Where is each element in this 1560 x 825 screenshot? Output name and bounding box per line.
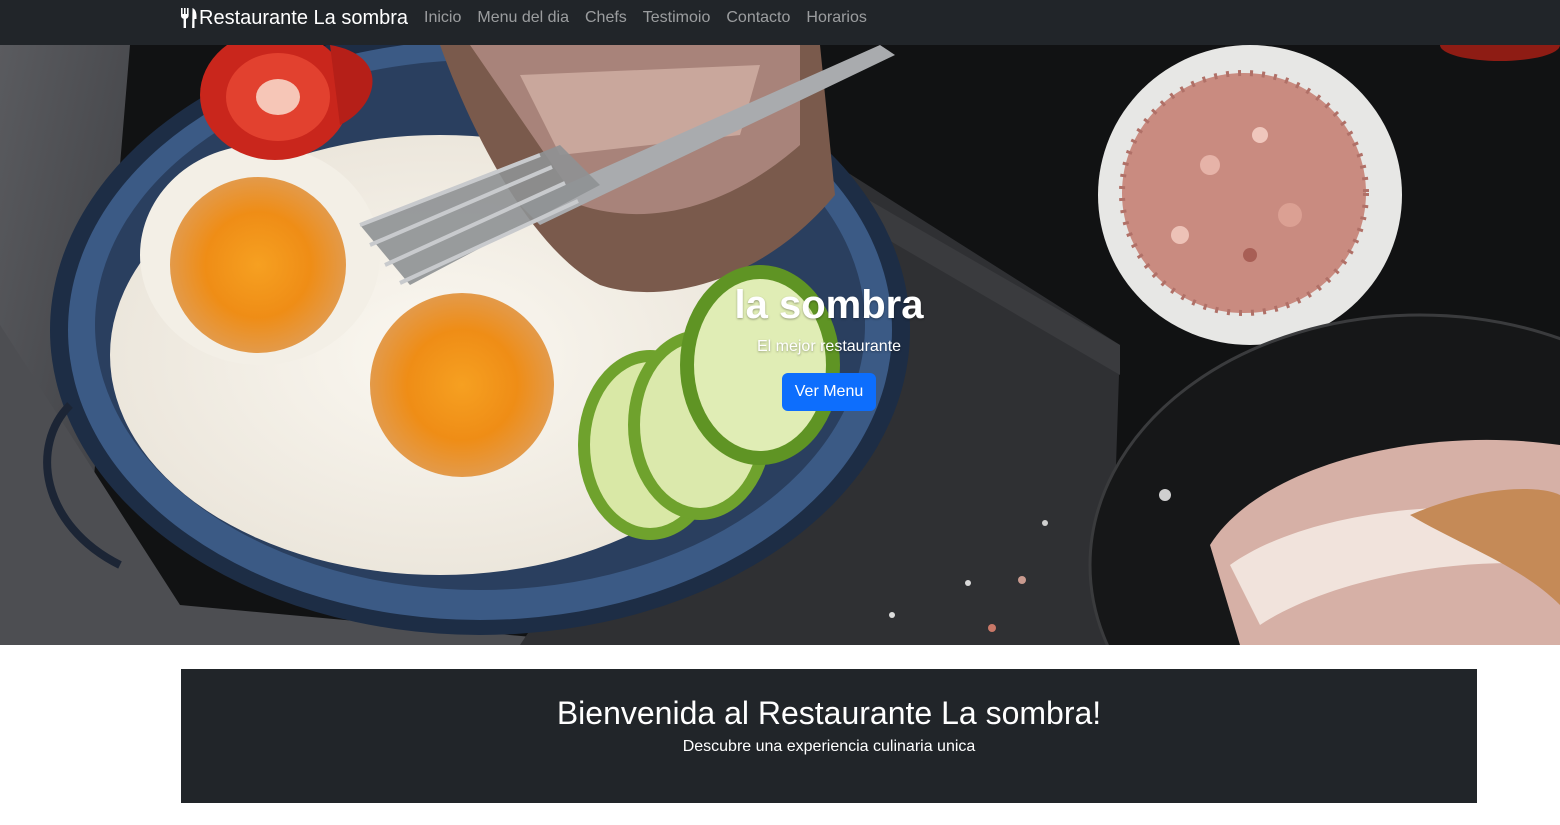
hero-subtitle: El mejor restaurante (756, 338, 902, 355)
nav-link-inicio[interactable]: Inicio (424, 8, 461, 28)
fork-knife-icon (180, 7, 199, 29)
view-menu-button[interactable]: Ver Menu (781, 373, 877, 411)
hero-title: la sombra (734, 283, 924, 327)
hero-banner: la sombra El mejor restaurante Ver Menu (0, 45, 1560, 645)
nav-link-horarios[interactable]: Horarios (806, 8, 866, 28)
nav-menu: Inicio Menu del dia Chefs Testimoio Cont… (424, 8, 867, 28)
brand-name: Restaurante La sombra (199, 7, 409, 29)
nav-link-testimonio[interactable]: Testimoio (643, 8, 711, 28)
hero-content: la sombra El mejor restaurante Ver Menu (0, 281, 1560, 411)
nav-link-contacto[interactable]: Contacto (726, 8, 790, 28)
brand-link[interactable]: Restaurante La sombra (180, 6, 408, 30)
nav-link-menu-del-dia[interactable]: Menu del dia (477, 8, 569, 28)
welcome-title: Bienvenida al Restaurante La sombra! (556, 695, 1102, 731)
top-navbar: Restaurante La sombra Inicio Menu del di… (0, 0, 1560, 45)
nav-link-chefs[interactable]: Chefs (585, 8, 627, 28)
welcome-subtitle: Descubre una experiencia culinaria unica (682, 738, 976, 755)
welcome-banner: Bienvenida al Restaurante La sombra! Des… (181, 669, 1477, 803)
